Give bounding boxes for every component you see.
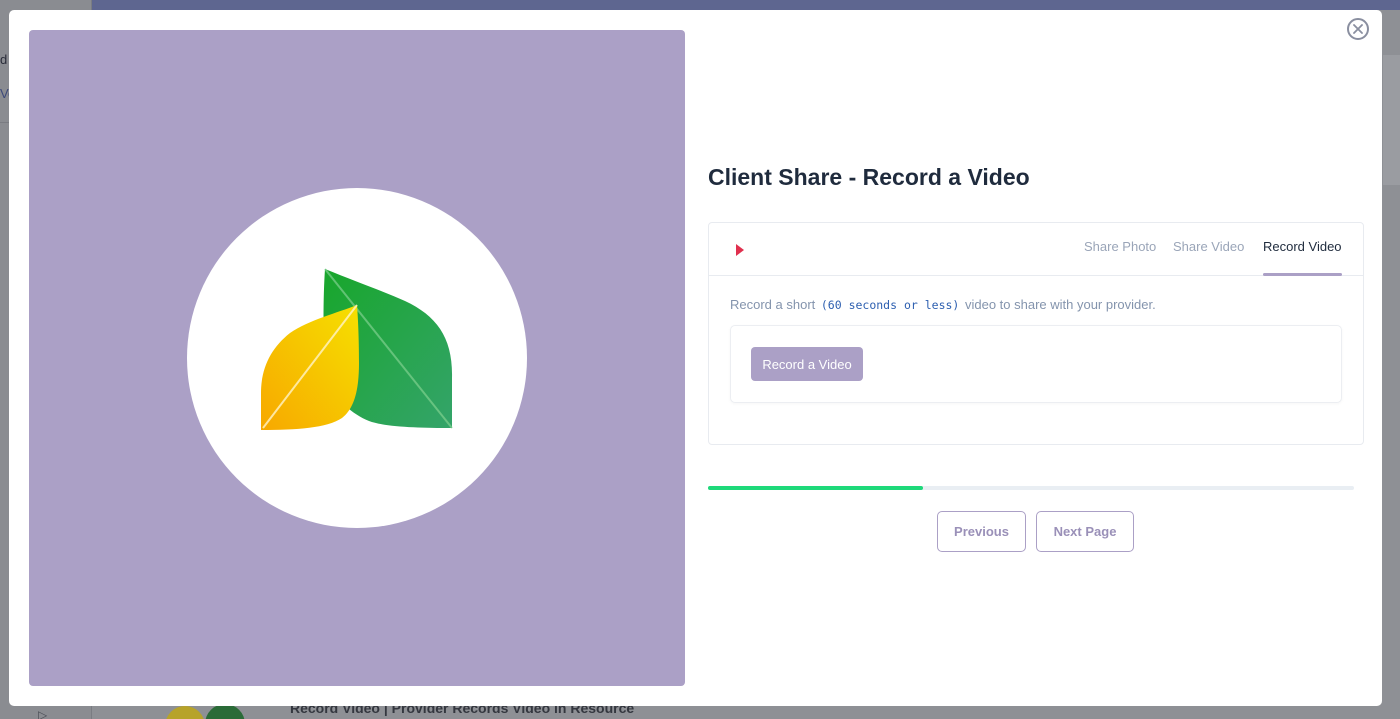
background-logo-fragment	[205, 704, 245, 719]
close-button[interactable]	[1347, 18, 1369, 40]
progress-bar-fill	[708, 486, 924, 490]
instruction-duration: (60 seconds or less)	[820, 298, 960, 312]
record-panel: Record a Video	[730, 325, 1342, 403]
tab-share-video[interactable]: Share Video	[1173, 239, 1244, 254]
page-title: Client Share - Record a Video	[708, 164, 1030, 190]
background-sidebar-text: d	[0, 52, 8, 67]
record-instruction: Record a short (60 seconds or less) vide…	[730, 297, 1156, 312]
logo-circle	[187, 188, 527, 528]
share-card: Share Photo Share Video Record Video Rec…	[708, 222, 1364, 445]
background-play-icon: ▷	[38, 708, 48, 719]
close-icon	[1353, 24, 1363, 34]
media-panel	[29, 30, 685, 686]
play-icon	[736, 244, 744, 256]
tab-share-photo[interactable]: Share Photo	[1084, 239, 1156, 254]
previous-button[interactable]: Previous	[937, 511, 1026, 552]
card-tab-bar: Share Photo Share Video Record Video	[709, 223, 1363, 276]
progress-bar	[708, 486, 1354, 490]
background-panel-edge	[1383, 55, 1400, 185]
instruction-prefix: Record a short	[730, 297, 819, 312]
record-video-button[interactable]: Record a Video	[751, 347, 863, 381]
tab-record-video[interactable]: Record Video	[1263, 239, 1342, 254]
instruction-suffix: video to share with your provider.	[961, 297, 1156, 312]
modal-dialog: Client Share - Record a Video Share Phot…	[9, 10, 1382, 706]
active-tab-indicator	[1263, 273, 1342, 276]
next-page-button[interactable]: Next Page	[1036, 511, 1134, 552]
background-logo-fragment	[165, 706, 205, 719]
leaf-logo	[261, 268, 453, 430]
background-topbar	[92, 0, 1400, 10]
